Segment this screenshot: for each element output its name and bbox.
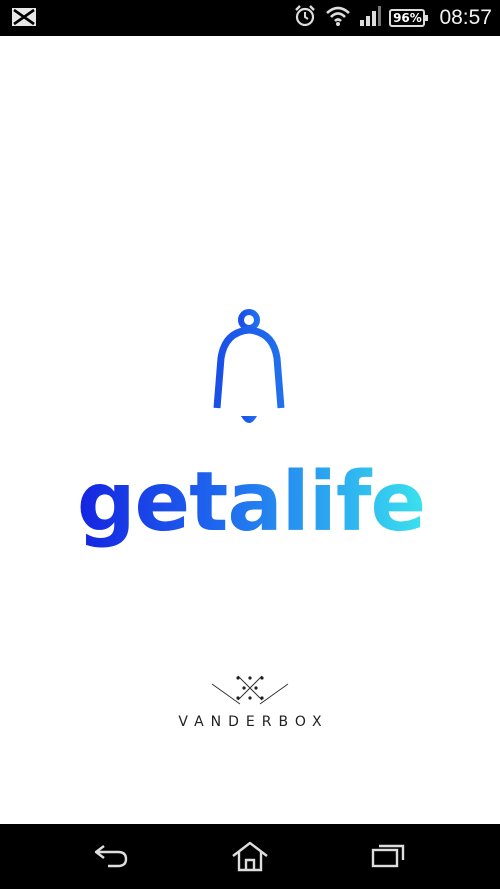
mail-icon bbox=[12, 7, 36, 31]
status-bar: 96% 08:57 bbox=[0, 0, 500, 36]
vanderbox-logo bbox=[211, 675, 289, 705]
status-icons: 96% 08:57 bbox=[293, 0, 492, 36]
splash-screen: getalife VANDERBOX bbox=[0, 36, 500, 824]
battery-level: 96% bbox=[393, 11, 422, 25]
publisher-name: VANDERBOX bbox=[178, 714, 329, 730]
alarm-clock-icon bbox=[293, 4, 317, 32]
signal-icon bbox=[359, 5, 382, 31]
battery-icon: 96% bbox=[389, 9, 429, 27]
app-wordmark: getalife bbox=[77, 460, 426, 550]
status-time: 08:57 bbox=[439, 6, 492, 29]
back-button[interactable] bbox=[82, 836, 142, 876]
bell-icon bbox=[199, 309, 299, 423]
phone-screen: 96% 08:57 getalife VANDERBOX bbox=[0, 0, 500, 889]
recents-icon bbox=[371, 844, 405, 868]
navigation-bar bbox=[0, 824, 500, 889]
app-name: getalife bbox=[77, 460, 425, 550]
home-button[interactable] bbox=[220, 836, 280, 876]
wifi-icon bbox=[325, 5, 351, 31]
home-icon bbox=[232, 841, 268, 872]
recents-button[interactable] bbox=[358, 836, 418, 876]
back-icon bbox=[94, 845, 128, 868]
